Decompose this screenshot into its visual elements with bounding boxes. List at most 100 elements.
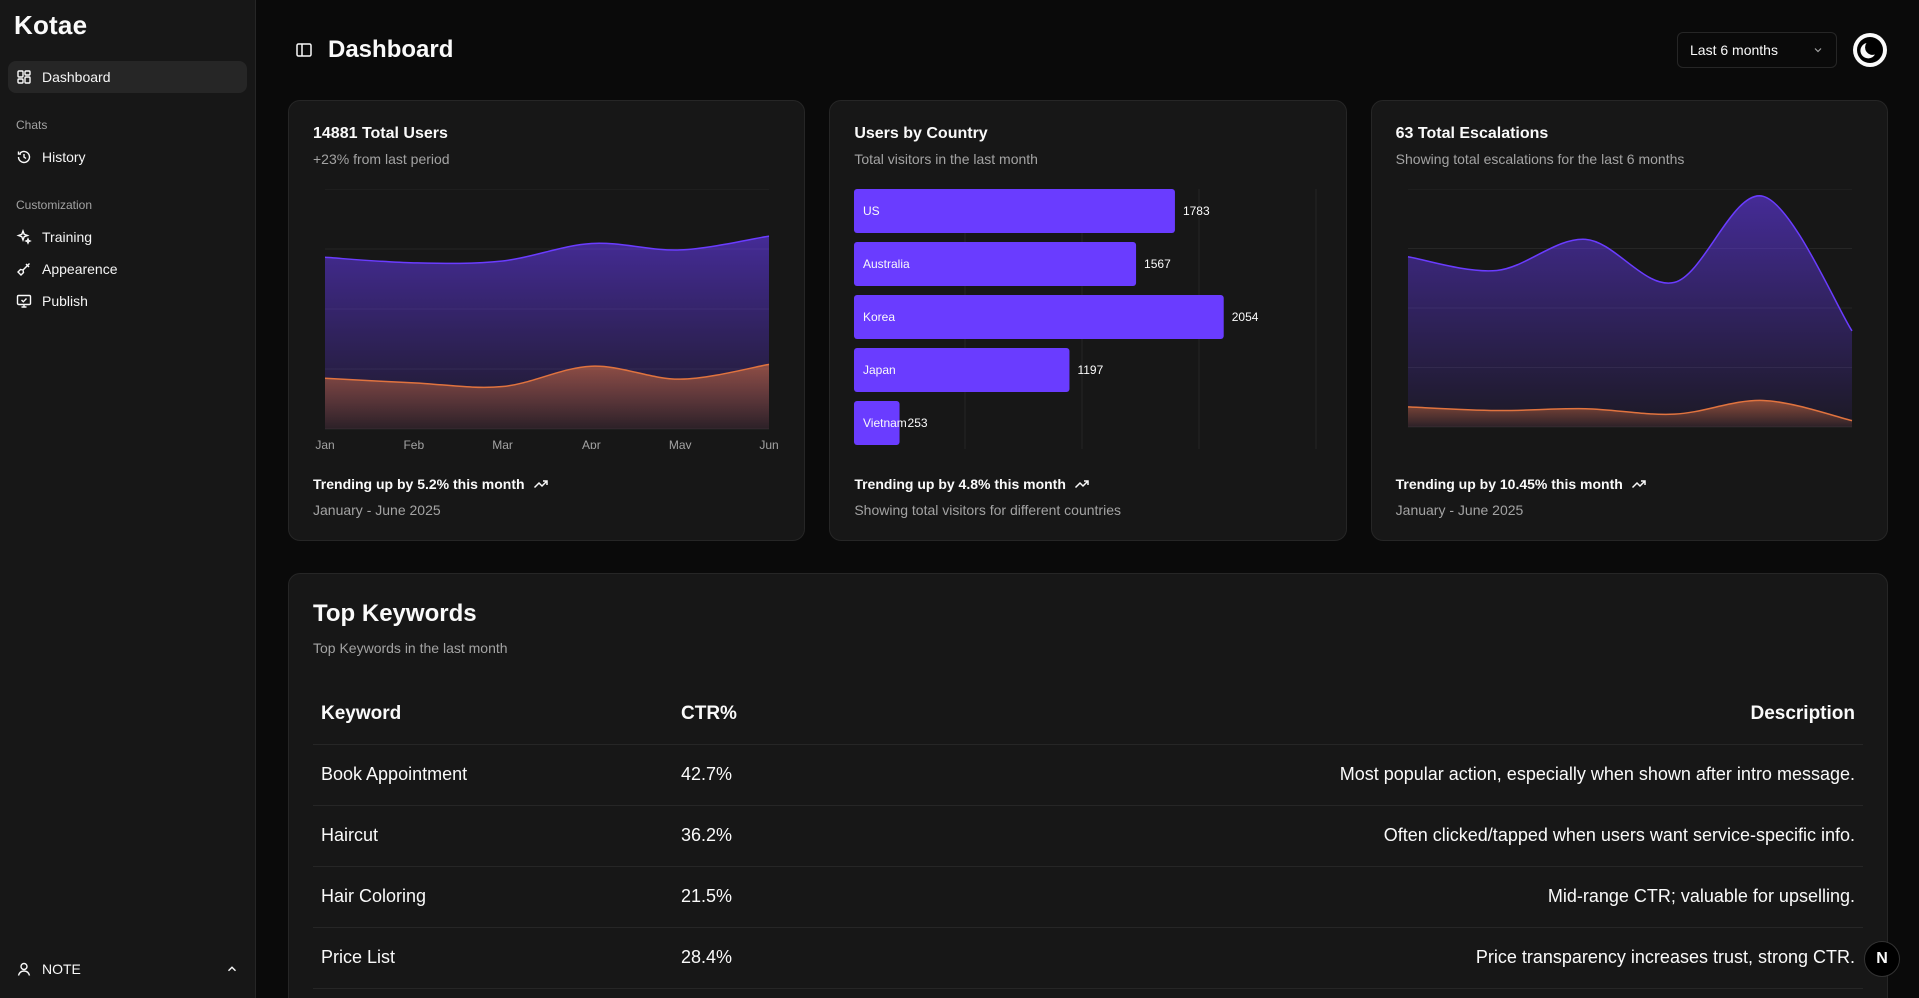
- main-content: Dashboard Last 6 months 14881 Total User…: [256, 0, 1919, 998]
- bar-value-label: 253: [908, 416, 928, 430]
- trending-up-icon: [533, 480, 548, 489]
- table-header-row: Keyword CTR% Description: [313, 684, 1863, 745]
- bar-value-label: 1567: [1144, 257, 1171, 271]
- bar-category-label: Vietnam: [863, 416, 907, 430]
- sidebar-item-history[interactable]: History: [8, 141, 247, 173]
- card-users-by-country: Users by Country Total visitors in the l…: [829, 100, 1347, 541]
- bar-value-label: 2054: [1232, 310, 1259, 324]
- bar-category-label: US: [863, 204, 880, 218]
- trend-label: Trending up by 10.45% this month: [1395, 476, 1623, 492]
- series-area: [1407, 195, 1852, 427]
- sidebar-item-training[interactable]: Training: [8, 221, 247, 253]
- user-icon: [17, 962, 31, 976]
- column-header-ctr[interactable]: CTR%: [673, 684, 815, 745]
- bar-value-label: 1197: [1078, 363, 1104, 377]
- keyword-cell: Book Appointment: [313, 744, 673, 806]
- card-footnote: January - June 2025: [313, 502, 441, 518]
- card-total-users: 14881 Total Users +23% from last period …: [288, 100, 806, 541]
- bar-value-label: 1783: [1183, 204, 1210, 218]
- card-footer: Trending up by 10.45% this month January…: [1396, 476, 1647, 518]
- card-subtitle: +23% from last period: [313, 151, 450, 167]
- trend-text: Trending up by 10.45% this month: [1396, 476, 1647, 492]
- sidebar-toggle-icon[interactable]: [294, 40, 314, 60]
- ctr-cell: 28.4%: [673, 927, 815, 989]
- sidebar-item-publish[interactable]: Publish: [8, 285, 247, 317]
- nav-group-customization: Customization: [16, 198, 93, 212]
- sidebar-item-dashboard[interactable]: Dashboard: [8, 61, 247, 93]
- description-cell: Price transparency increases trust, stro…: [814, 927, 1863, 989]
- x-tick-label: Mar: [492, 438, 513, 449]
- history-icon: [17, 150, 31, 164]
- sidebar-item-label: Appearence: [42, 261, 118, 277]
- card-total-escalations: 63 Total Escalations Showing total escal…: [1370, 100, 1888, 541]
- theme-toggle-button[interactable]: [1853, 33, 1887, 67]
- ctr-cell: 36.2%: [673, 805, 815, 867]
- ctr-cell: 21.5%: [673, 866, 815, 928]
- sidebar-item-label: History: [42, 149, 86, 165]
- card-footnote: January - June 2025: [1395, 502, 1524, 518]
- table-row[interactable]: Haircut 36.2% Often clicked/tapped when …: [313, 805, 1863, 867]
- ctr-cell: 42.7%: [673, 744, 815, 806]
- moon-icon: [1857, 37, 1883, 63]
- description-cell: Most popular action, especially when sho…: [814, 744, 1863, 806]
- sidebar-user-menu[interactable]: NOTE: [8, 952, 247, 986]
- bar: [854, 295, 1225, 339]
- escalations-area-chart: [1396, 188, 1863, 449]
- x-tick-label: Jan: [315, 438, 334, 449]
- x-tick-label: Apr: [582, 438, 601, 449]
- date-range-value: Last 6 months: [1690, 42, 1778, 58]
- description-cell: Often clicked/tapped when users want ser…: [814, 805, 1863, 867]
- trend-label: Trending up by 4.8% this month: [854, 476, 1066, 492]
- table-row[interactable]: Hair Coloring 21.5% Mid-range CTR; valua…: [313, 866, 1863, 928]
- card-title: 63 Total Escalations: [1395, 125, 1549, 142]
- sidebar-item-appearence[interactable]: Appearence: [8, 253, 247, 285]
- bar-category-label: Japan: [863, 363, 896, 377]
- trend-label: Trending up by 5.2% this month: [313, 476, 525, 492]
- card-title: Top Keywords: [313, 600, 477, 627]
- chevron-up-icon: [228, 966, 236, 972]
- card-footer: Trending up by 5.2% this month January -…: [313, 476, 549, 518]
- dev-tools-badge[interactable]: N: [1864, 941, 1900, 977]
- trending-up-icon: [1631, 480, 1646, 489]
- bar: [854, 189, 1176, 233]
- card-footnote: Showing total visitors for different cou…: [854, 502, 1121, 518]
- date-range-select[interactable]: Last 6 months: [1677, 32, 1837, 68]
- dashboard-icon: [17, 70, 31, 84]
- app: Kotae Dashboard Chats History Customizat…: [0, 0, 1919, 998]
- stat-cards: 14881 Total Users +23% from last period …: [256, 100, 1919, 541]
- bar-category-label: Korea: [863, 310, 895, 324]
- monitor-icon: [16, 294, 32, 308]
- country-bar-chart: US 1783 Australia 1567 Korea 2054 Japan 1197 Vie…: [854, 189, 1321, 457]
- country-bar-chart-svg: US 1783 Australia 1567 Korea 2054 Japan 1197 Vie…: [854, 189, 1317, 457]
- page-header: Dashboard Last 6 months: [256, 0, 1919, 100]
- users-area-chart-svg: Jan Feb Mar Apr May Jun: [315, 188, 779, 452]
- sidebar-item-label: Dashboard: [42, 69, 111, 85]
- bar-category-label: Australia: [863, 257, 910, 271]
- sparkles-icon: [16, 229, 32, 245]
- chevron-down-icon: [1814, 48, 1822, 53]
- card-title: 14881 Total Users: [313, 125, 448, 142]
- trend-text: Trending up by 5.2% this month: [313, 476, 549, 492]
- sidebar: Kotae Dashboard Chats History Customizat…: [0, 0, 256, 998]
- escalations-area-chart-svg: [1407, 188, 1853, 428]
- card-subtitle: Top Keywords in the last month: [313, 640, 508, 656]
- x-tick-label: May: [669, 438, 692, 449]
- keywords-table: Keyword CTR% Description Book Appointmen…: [313, 684, 1863, 989]
- brand-logo[interactable]: Kotae: [0, 0, 255, 51]
- users-area-chart: Jan Feb Mar Apr May Jun: [313, 188, 780, 452]
- nav-group-chats: Chats: [16, 118, 48, 132]
- column-header-keyword[interactable]: Keyword: [313, 684, 673, 745]
- card-title: Users by Country: [854, 125, 988, 142]
- keyword-cell: Hair Coloring: [313, 866, 673, 928]
- sidebar-item-label: Training: [42, 229, 93, 245]
- column-header-description[interactable]: Description: [814, 684, 1863, 745]
- table-row[interactable]: Price List 28.4% Price transparency incr…: [313, 927, 1863, 989]
- keyword-cell: Haircut: [313, 805, 673, 867]
- card-footer: Trending up by 4.8% this month Showing t…: [854, 476, 1121, 518]
- page-title: Dashboard: [328, 36, 454, 63]
- keyword-cell: Price List: [313, 927, 673, 989]
- x-tick-label: Jun: [759, 438, 778, 449]
- card-subtitle: Total visitors in the last month: [854, 151, 1038, 167]
- table-row[interactable]: Book Appointment 42.7% Most popular acti…: [313, 744, 1863, 806]
- card-subtitle: Showing total escalations for the last 6…: [1395, 151, 1685, 167]
